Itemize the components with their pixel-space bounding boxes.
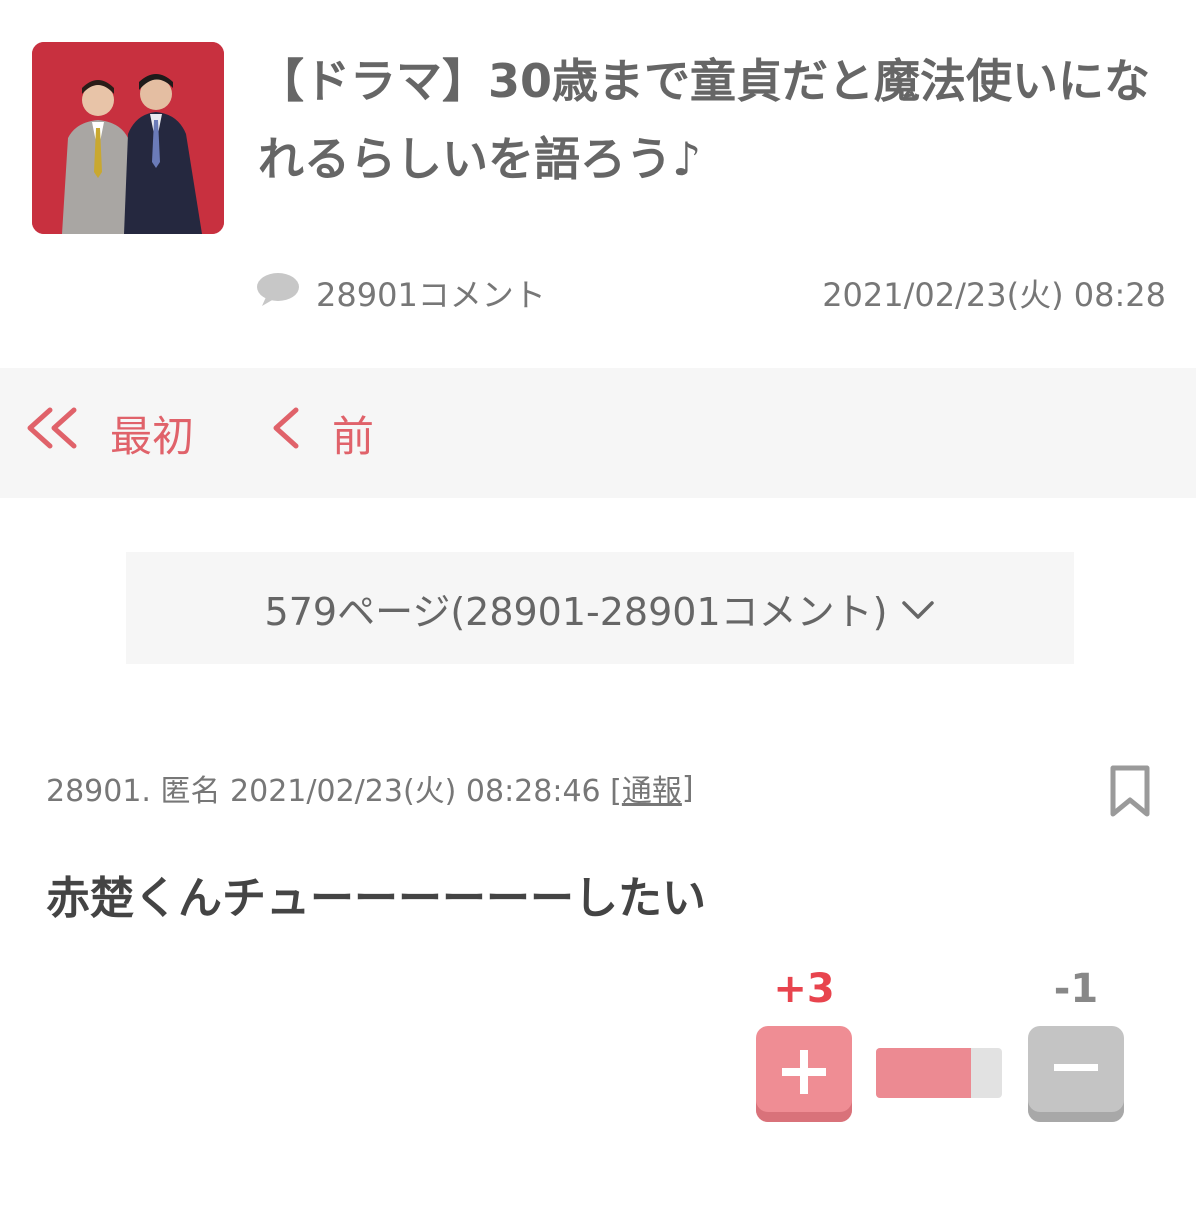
- comment-count-label: 28901コメント: [316, 276, 546, 314]
- comment-meta: 28901. 匿名 2021/02/23(火) 08:28:46 [ 通報 ]: [46, 764, 694, 812]
- vote-ratio-bar: [876, 1048, 1002, 1098]
- plus-vote-count: +3: [773, 966, 835, 1012]
- minus-vote-button[interactable]: [1028, 1026, 1124, 1122]
- thumbnail-photo: [32, 42, 224, 234]
- plus-icon: [779, 1047, 829, 1101]
- prev-page-link[interactable]: 前: [272, 403, 374, 464]
- report-link[interactable]: 通報: [622, 766, 682, 810]
- article-title[interactable]: 【ドラマ】30歳まで童貞だと魔法使いになれるらしいを語ろう♪: [258, 42, 1158, 198]
- article-thumbnail[interactable]: [32, 42, 224, 234]
- minus-icon: [1051, 1047, 1101, 1101]
- chevron-down-icon: [901, 586, 935, 630]
- first-page-link[interactable]: 最初: [24, 403, 194, 464]
- page-select-label: 579ページ(28901-28901コメント): [264, 589, 888, 634]
- page-select-dropdown[interactable]: 579ページ(28901-28901コメント): [126, 552, 1074, 664]
- first-page-label: 最初: [110, 411, 195, 461]
- comment-meta-prefix: 28901. 匿名 2021/02/23(火) 08:28:46 [: [46, 774, 622, 809]
- article-date: 2021/02/23(火) 08:28: [822, 276, 1166, 314]
- comment-body: 赤楚くんチューーーーーーしたい: [46, 873, 706, 924]
- speech-bubble-icon: [256, 271, 300, 315]
- plus-vote-button[interactable]: [756, 1026, 852, 1122]
- vote-ratio-fill: [876, 1048, 971, 1098]
- pagination-nav: 最初 前: [0, 368, 1196, 498]
- comment-meta-suffix: ]: [681, 770, 694, 806]
- comment-count: 28901コメント: [256, 270, 546, 316]
- double-chevron-left-icon: [24, 406, 80, 460]
- chevron-left-icon: [272, 406, 302, 460]
- minus-vote-count: -1: [1053, 966, 1099, 1012]
- prev-page-label: 前: [332, 411, 375, 461]
- bookmark-icon[interactable]: [1108, 764, 1152, 820]
- article-header: 【ドラマ】30歳まで童貞だと魔法使いになれるらしいを語ろう♪ 28901コメント…: [0, 0, 1196, 368]
